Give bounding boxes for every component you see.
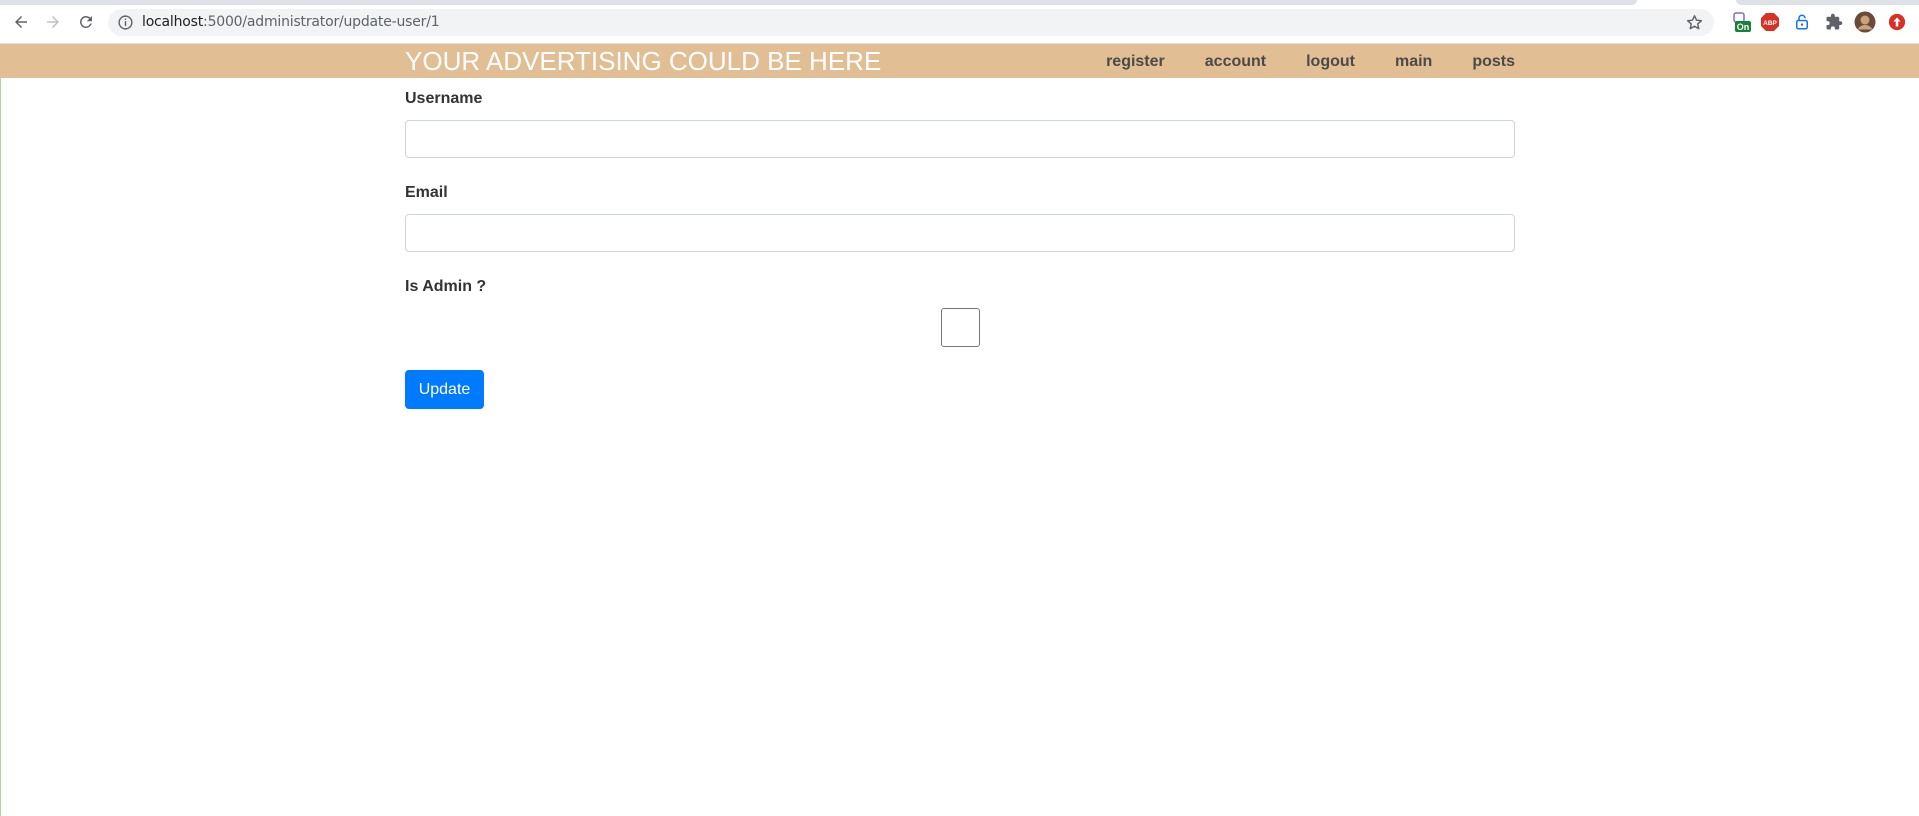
url-host: localhost: [142, 14, 204, 30]
forward-button[interactable]: [41, 10, 65, 34]
info-icon[interactable]: [117, 14, 134, 31]
username-label: Username: [405, 90, 483, 107]
tab-strip-right: [1736, 0, 1919, 5]
address-url: localhost:5000/administrator/update-user…: [142, 14, 440, 30]
brand-banner[interactable]: YOUR ADVERTISING COULD BE HERE: [405, 46, 881, 77]
nav-posts[interactable]: posts: [1472, 53, 1515, 71]
email-label: Email: [405, 184, 448, 201]
lock-extension-button[interactable]: [1791, 11, 1813, 33]
arrow-right-icon: [47, 16, 59, 28]
tab-strip: [0, 0, 1637, 5]
adblock-button[interactable]: ABP: [1759, 11, 1781, 33]
extension-on-button[interactable]: On: [1731, 11, 1753, 33]
browser-toolbar: localhost:5000/administrator/update-user…: [0, 0, 1919, 44]
nav-account[interactable]: account: [1205, 53, 1266, 71]
nav-logout[interactable]: logout: [1306, 53, 1355, 71]
avatar: [1854, 11, 1876, 33]
profile-avatar-button[interactable]: [1854, 11, 1876, 33]
update-button[interactable]: Update: [405, 370, 484, 409]
back-button[interactable]: [9, 10, 33, 34]
nav-main[interactable]: main: [1395, 53, 1432, 71]
lock-icon: [1796, 14, 1808, 30]
main-nav: register account logout main posts: [1066, 53, 1515, 71]
nav-register[interactable]: register: [1106, 53, 1165, 71]
arrow-left-icon: [15, 16, 27, 28]
reload-icon: [79, 15, 92, 28]
site-header: YOUR ADVERTISING COULD BE HERE register …: [0, 44, 1919, 78]
username-input[interactable]: [405, 120, 1515, 158]
adblock-icon: ABP: [1761, 13, 1779, 31]
puzzle-icon: [1826, 13, 1843, 30]
bookmark-star-icon[interactable]: [1685, 13, 1704, 32]
url-path: :5000/administrator/update-user/1: [203, 14, 440, 30]
address-bar[interactable]: localhost:5000/administrator/update-user…: [108, 9, 1714, 36]
email-input[interactable]: [405, 214, 1515, 252]
reload-button[interactable]: [74, 10, 98, 34]
adblock-label: ABP: [1763, 20, 1777, 27]
update-extension-button[interactable]: [1886, 11, 1908, 33]
extension-on-icon: On: [1733, 12, 1751, 32]
viewport-edge: [0, 78, 1, 816]
extension-on-badge: On: [1737, 22, 1750, 32]
is-admin-label: Is Admin ?: [405, 278, 487, 295]
upload-arrow-icon: [1888, 13, 1906, 31]
is-admin-checkbox[interactable]: [941, 308, 980, 347]
extensions-button[interactable]: [1823, 11, 1845, 33]
